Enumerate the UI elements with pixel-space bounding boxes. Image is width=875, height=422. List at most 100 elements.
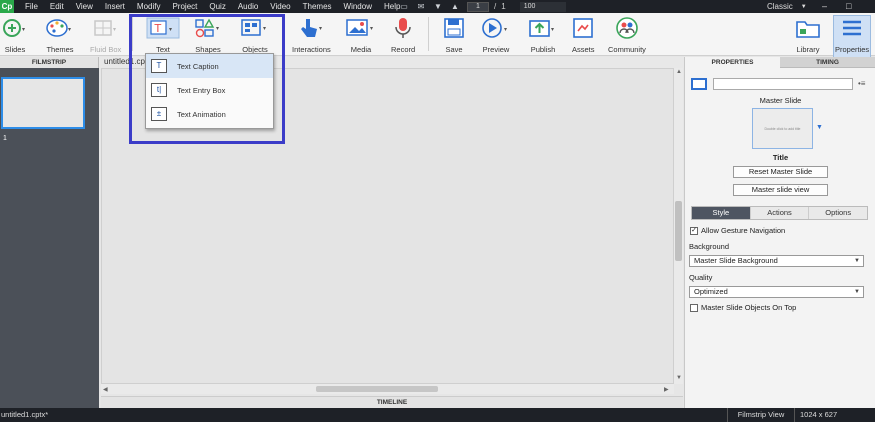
menu-video[interactable]: Video xyxy=(270,2,290,11)
properties-tabs: PROPERTIES TIMING xyxy=(685,57,875,68)
menu-item-label: Text Caption xyxy=(177,61,219,71)
record-button[interactable]: Record xyxy=(391,16,415,54)
vertical-scroll-thumb[interactable] xyxy=(675,201,682,261)
publish-label: Publish xyxy=(530,45,556,54)
save-button[interactable]: Save xyxy=(443,16,465,54)
menu-item-text-caption[interactable]: T Text Caption xyxy=(146,54,273,78)
layout-name: Title xyxy=(772,153,789,162)
objects-button[interactable]: ▾ Objects xyxy=(240,16,270,54)
fluid-box-icon: ▾ xyxy=(93,16,119,40)
monitor-icon[interactable]: ▭ xyxy=(399,2,409,11)
menu-bar: Cp File Edit View Insert Modify Project … xyxy=(0,0,875,13)
menu-tools: ▭ ✉ ▼ ▲ 1 / 1 100 xyxy=(399,0,566,13)
svg-text:▾: ▾ xyxy=(113,27,116,33)
menu-window[interactable]: Window xyxy=(344,2,372,11)
menu-edit[interactable]: Edit xyxy=(50,2,64,11)
caret-down-icon[interactable]: ▼ xyxy=(816,124,823,131)
tab-properties[interactable]: PROPERTIES xyxy=(685,57,780,68)
vertical-scrollbar[interactable]: ▲ ▼ xyxy=(674,68,683,384)
community-button[interactable]: Community xyxy=(608,16,646,54)
arrow-down-icon[interactable]: ▼ xyxy=(433,2,443,11)
master-slide-view-button[interactable]: Master slide view xyxy=(733,184,828,196)
menu-file[interactable]: File xyxy=(25,2,38,11)
arrow-up-icon[interactable]: ▲ xyxy=(450,2,460,11)
quality-label: Quality xyxy=(689,273,713,282)
tab-timing[interactable]: TIMING xyxy=(780,57,875,68)
allow-gesture-checkbox[interactable]: ✓ Allow Gesture Navigation xyxy=(690,226,785,235)
page-total: 1 xyxy=(501,2,506,11)
scroll-left-icon[interactable]: ◀ xyxy=(103,386,108,393)
themes-button[interactable]: ▾ Themes xyxy=(46,16,74,54)
library-label: Library xyxy=(796,45,820,54)
list-options-icon[interactable]: •≡ xyxy=(858,79,865,88)
interactions-button[interactable]: ▾ Interactions xyxy=(292,16,331,54)
svg-text:▾: ▾ xyxy=(504,27,507,33)
horizontal-scroll-thumb[interactable] xyxy=(316,386,438,392)
master-objects-on-top-checkbox[interactable]: Master Slide Objects On Top xyxy=(690,303,796,312)
fluid-box-button[interactable]: ▾ Fluid Box xyxy=(90,16,121,54)
status-resolution: 1024 x 627 xyxy=(800,410,838,419)
style-tabs: Style Actions Options xyxy=(691,206,868,220)
minimize-button[interactable]: – xyxy=(822,0,827,13)
mail-icon[interactable]: ✉ xyxy=(416,2,426,11)
tab-options[interactable]: Options xyxy=(809,207,868,219)
scroll-up-icon[interactable]: ▲ xyxy=(676,69,682,75)
svg-text:▾: ▾ xyxy=(551,27,554,33)
scroll-down-icon[interactable]: ▼ xyxy=(676,375,682,381)
menu-item-text-entry-box[interactable]: t| Text Entry Box xyxy=(146,78,273,102)
timeline-bar[interactable]: TIMELINE xyxy=(101,396,683,408)
menu-item-label: Text Animation xyxy=(177,109,226,119)
chevron-down-icon: ▼ xyxy=(854,258,860,264)
page-current[interactable]: 1 xyxy=(467,1,489,12)
text-button[interactable]: T ▾ Text xyxy=(146,16,180,54)
floppy-icon xyxy=(443,16,465,40)
shapes-button[interactable]: ▾ Shapes xyxy=(194,16,222,54)
svg-text:▾: ▾ xyxy=(263,26,266,32)
menu-item-text-animation[interactable]: ± Text Animation xyxy=(146,102,273,126)
menu-view[interactable]: View xyxy=(76,2,93,11)
menu-insert[interactable]: Insert xyxy=(105,2,125,11)
menu-themes[interactable]: Themes xyxy=(303,2,332,11)
menu-help[interactable]: Help xyxy=(384,2,400,11)
zoom-level[interactable]: 100 xyxy=(519,1,566,12)
reset-master-slide-button[interactable]: Reset Master Slide xyxy=(733,166,828,178)
preview-button[interactable]: ▾ Preview xyxy=(481,16,511,54)
publish-button[interactable]: ▾ Publish xyxy=(528,16,558,54)
master-slide-preview[interactable]: Double click to add title xyxy=(752,108,813,149)
record-label: Record xyxy=(391,45,416,54)
svg-text:▾: ▾ xyxy=(22,27,25,33)
slides-button[interactable]: ▾ Slides xyxy=(2,16,28,54)
svg-text:▾: ▾ xyxy=(319,26,322,32)
properties-panel: PROPERTIES TIMING •≡ Master Slide Double… xyxy=(684,57,875,408)
assets-button[interactable]: Assets xyxy=(572,16,595,54)
quality-select[interactable]: Optimized ▼ xyxy=(689,286,864,298)
filmstrip-panel: FILMSTRIP 1 xyxy=(0,57,99,408)
tab-style[interactable]: Style xyxy=(692,207,751,219)
background-select[interactable]: Master Slide Background ▼ xyxy=(689,255,864,267)
scroll-right-icon[interactable]: ▶ xyxy=(664,386,669,393)
media-button[interactable]: ▾ Media xyxy=(345,16,377,54)
assets-icon xyxy=(572,16,594,40)
menu-modify[interactable]: Modify xyxy=(137,2,161,11)
properties-button[interactable]: Properties xyxy=(833,15,872,58)
background-label: Background xyxy=(689,242,730,251)
save-label: Save xyxy=(445,45,463,54)
maximize-button[interactable]: □ xyxy=(846,0,851,13)
filmstrip-header: FILMSTRIP xyxy=(0,57,99,68)
status-view-mode[interactable]: Filmstrip View xyxy=(727,408,795,422)
menu-quiz[interactable]: Quiz xyxy=(209,2,225,11)
tab-actions[interactable]: Actions xyxy=(750,207,810,219)
slide-thumbnail[interactable] xyxy=(1,77,85,129)
horizontal-scrollbar[interactable]: ◀ ▶ xyxy=(101,384,674,394)
master-slide-label: Master Slide xyxy=(759,96,802,105)
checkmark-icon: ✓ xyxy=(690,226,698,235)
slide-name-input[interactable] xyxy=(713,78,853,90)
assets-label: Assets xyxy=(572,45,595,54)
menu-audio[interactable]: Audio xyxy=(238,2,258,11)
add-slide-icon: ▾ xyxy=(2,16,28,40)
slide-number: 1 xyxy=(3,135,7,142)
microphone-icon xyxy=(391,16,415,40)
workspace-switcher[interactable]: Classic ▼ xyxy=(767,0,807,13)
menu-project[interactable]: Project xyxy=(172,2,197,11)
library-button[interactable]: Library xyxy=(795,16,821,54)
